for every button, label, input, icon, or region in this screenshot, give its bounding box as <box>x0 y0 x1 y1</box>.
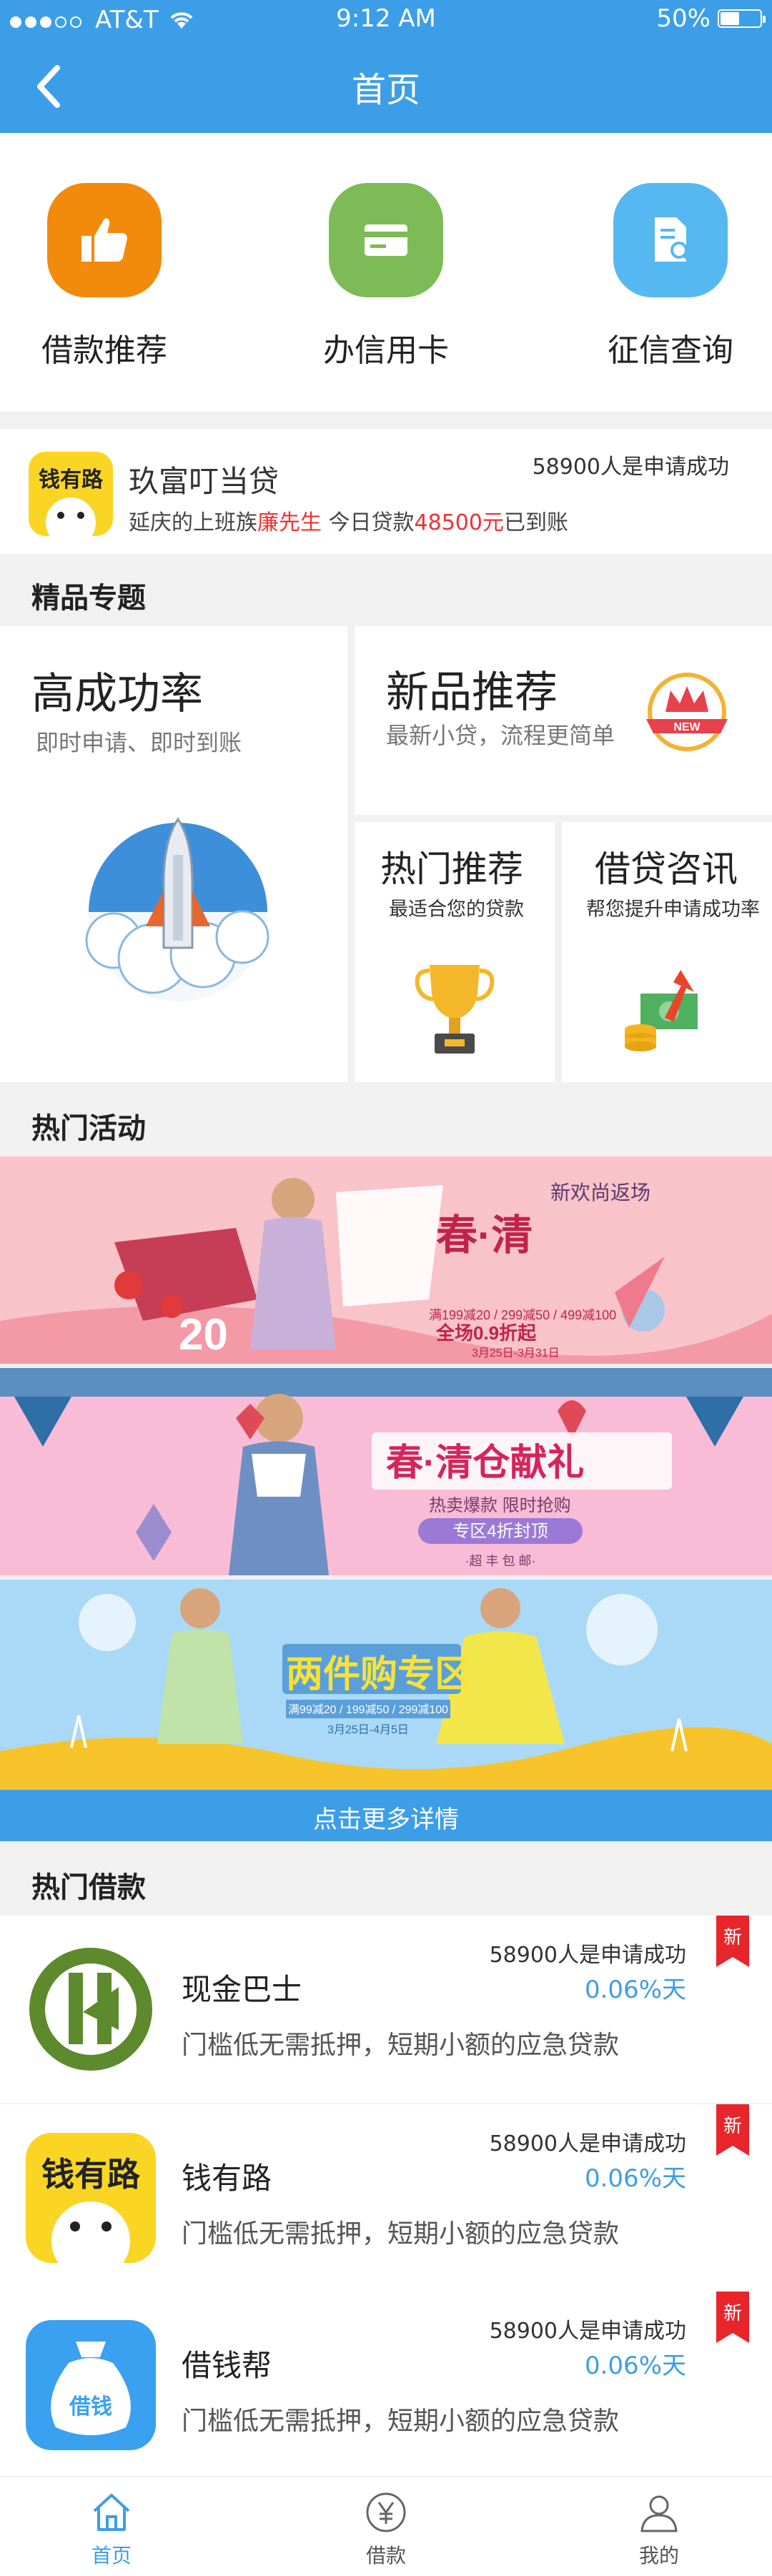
featured-loan-news[interactable]: 借贷咨讯 帮您提升申请成功率 <box>562 822 772 1082</box>
status-bar: AT&T 9:12 AM 50% <box>0 0 772 40</box>
svg-text:3月25日-3月31日: 3月25日-3月31日 <box>472 1347 560 1359</box>
loan-rate: 0.06%天 <box>584 1976 686 2004</box>
tab-loan[interactable]: 借款 <box>315 2490 457 2569</box>
tab-home[interactable]: 首页 <box>40 2490 183 2569</box>
svg-text:NEW: NEW <box>673 721 701 733</box>
new-badge: 新 <box>716 2104 749 2156</box>
loan-name: 现金巴士 <box>182 1972 302 2007</box>
quick-credit-query[interactable]: 征信查询 <box>570 183 771 370</box>
notice-description: 延庆的上班族廉先生 今日贷款48500元已到账 <box>129 510 568 535</box>
thumbs-up-icon <box>47 183 162 297</box>
svg-text:春·清: 春·清 <box>436 1212 533 1259</box>
svg-text:20: 20 <box>179 1310 228 1359</box>
tab-bar: 首页 借款 我的 <box>0 2476 772 2576</box>
svg-text:满99减20 / 199减50 / 299减100: 满99减20 / 199减50 / 299减100 <box>288 1703 448 1716</box>
activity-banner-1[interactable]: 春·清 新欢尚返场 20 满199减20 / 299减50 / 499减100 … <box>0 1156 772 1364</box>
loan-description: 门槛低无需抵押，短期小额的应急贷款 <box>182 2031 620 2060</box>
trophy-icon <box>415 965 495 1054</box>
yuan-icon <box>366 2492 406 2532</box>
loan-rate: 0.06%天 <box>584 2164 686 2193</box>
user-icon <box>640 2495 678 2532</box>
notice-success-count: 58900人是申请成功 <box>532 455 729 480</box>
svg-text:热卖爆款 限时抢购: 热卖爆款 限时抢购 <box>429 1496 571 1515</box>
svg-text:新欢尚返场: 新欢尚返场 <box>550 1182 650 1204</box>
qianyoulu-logo: 钱有路 <box>29 452 113 536</box>
crown-badge-icon: NEW <box>646 673 728 751</box>
page-title: 首页 <box>351 70 420 110</box>
loan-description: 门槛低无需抵押，短期小额的应急贷款 <box>182 2219 620 2249</box>
loan-success-count: 58900人是申请成功 <box>489 1943 686 1968</box>
loan-success-count: 58900人是申请成功 <box>489 2131 686 2156</box>
featured-hot-recommend[interactable]: 热门推荐 最适合您的贷款 <box>355 822 555 1082</box>
svg-text:春·清仓献礼: 春·清仓献礼 <box>386 1442 584 1484</box>
banner-1-headline: 春·清 <box>436 1212 533 1259</box>
tab-mine[interactable]: 我的 <box>588 2490 731 2569</box>
svg-text:3月25日-4月5日: 3月25日-4月5日 <box>327 1724 409 1736</box>
notice-product-name: 玖富叮当贷 <box>129 464 279 499</box>
document-search-icon <box>613 183 728 297</box>
nav-bar: 首页 <box>0 40 772 133</box>
battery-icon <box>718 9 766 28</box>
loan-success-count: 58900人是申请成功 <box>489 2319 686 2344</box>
section-title-featured: 精品专题 <box>0 555 772 626</box>
qianyoulu-logo: 钱有路 <box>26 2133 156 2263</box>
loan-item-jieqianbang[interactable]: 借钱 借钱帮 58900人是申请成功 0.06%天 门槛低无需抵押，短期小额的应… <box>0 2292 772 2479</box>
quick-loan-recommend[interactable]: 借款推荐 <box>4 183 204 370</box>
battery-percent: 50% <box>656 4 711 33</box>
quick-credit-card[interactable]: 办信用卡 <box>286 183 486 370</box>
svg-text:满199减20 / 299减50 / 499减100: 满199减20 / 299减50 / 499减100 <box>429 1308 616 1322</box>
loan-name: 钱有路 <box>182 2161 272 2196</box>
activity-banner-2[interactable]: 春·清仓献礼 热卖爆款 限时抢购 专区4折封顶 ·超 丰 包 邮· <box>0 1368 772 1575</box>
rocket-icon <box>85 817 269 1001</box>
activity-banner-3[interactable]: 两件购专区 满99减20 / 199减50 / 299减100 3月25日-4月… <box>0 1580 772 1790</box>
success-notice[interactable]: 钱有路 玖富叮当贷 58900人是申请成功 延庆的上班族廉先生 今日贷款4850… <box>0 429 772 554</box>
loan-description: 门槛低无需抵押，短期小额的应急贷款 <box>182 2407 620 2436</box>
credit-card-icon <box>329 183 443 297</box>
loan-rate: 0.06%天 <box>584 2352 686 2380</box>
svg-text:两件购专区: 两件购专区 <box>286 1654 472 1695</box>
svg-text:·超 丰 包 邮·: ·超 丰 包 邮· <box>465 1554 536 1568</box>
home-icon <box>93 2494 130 2531</box>
svg-text:专区4折封顶: 专区4折封顶 <box>452 1522 548 1541</box>
banner-1-art: 春·清 新欢尚返场 20 满199减20 / 299减50 / 499减100 … <box>0 1156 772 1364</box>
jieqianbang-logo: 借钱 <box>26 2320 156 2450</box>
loan-item-qianyoulu[interactable]: 钱有路 钱有路 58900人是申请成功 0.06%天 门槛低无需抵押，短期小额的… <box>0 2104 772 2292</box>
quick-entries: 借款推荐 办信用卡 征信查询 <box>0 133 772 412</box>
section-title-activity: 热门活动 <box>0 1085 772 1156</box>
featured-new-products[interactable]: 新品推荐 最新小贷，流程更简单 NEW <box>355 626 772 815</box>
section-title-loans: 热门借款 <box>0 1844 772 1916</box>
new-badge: 新 <box>716 2292 749 2343</box>
banner-2-art: 春·清仓献礼 热卖爆款 限时抢购 专区4折封顶 ·超 丰 包 邮· <box>0 1368 772 1575</box>
svg-text:全场0.9折起: 全场0.9折起 <box>435 1322 537 1344</box>
loan-item-cash-bus[interactable]: 现金巴士 58900人是申请成功 0.06%天 门槛低无需抵押，短期小额的应急贷… <box>0 1916 772 2103</box>
cash-bus-logo <box>26 1944 156 2074</box>
more-details-button[interactable]: 点击更多详情 <box>0 1790 772 1841</box>
loan-name: 借钱帮 <box>182 2348 272 2383</box>
new-badge: 新 <box>716 1916 749 1967</box>
banner-3-art: 两件购专区 满99减20 / 199减50 / 299减100 3月25日-4月… <box>0 1580 772 1790</box>
featured-high-success[interactable]: 高成功率 即时申请、即时到账 <box>0 626 347 1082</box>
money-growth-icon <box>625 969 698 1051</box>
